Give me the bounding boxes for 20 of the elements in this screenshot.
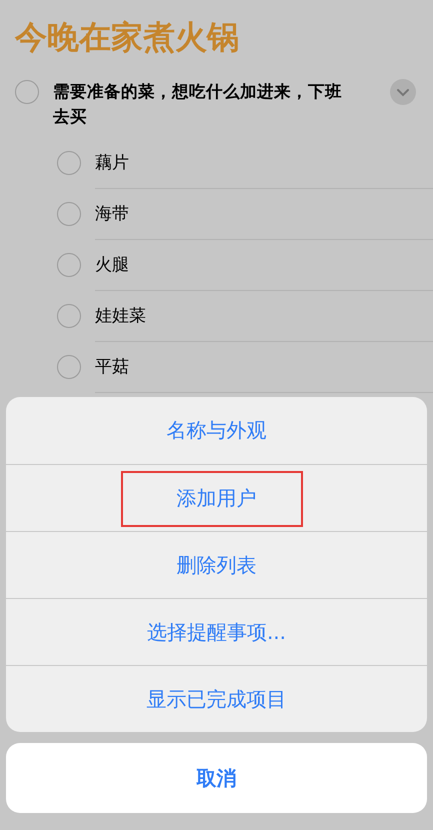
menu-action[interactable]: 添加用户 bbox=[176, 484, 256, 512]
list-title: 今晚在家煮火锅 bbox=[15, 17, 240, 58]
checkbox-circle[interactable] bbox=[57, 202, 81, 226]
checkbox-circle[interactable] bbox=[15, 80, 39, 104]
checkbox-circle[interactable] bbox=[57, 252, 81, 276]
menu-action[interactable]: 显示已完成项目 bbox=[146, 686, 286, 712]
menu-action[interactable]: 选择提醒事项... bbox=[146, 618, 286, 646]
cancel-button[interactable]: 取消 bbox=[6, 743, 427, 813]
menu-action[interactable]: 删除列表 bbox=[176, 552, 256, 578]
checkbox-circle[interactable] bbox=[57, 354, 81, 378]
reminder-text: 娃娃菜 bbox=[95, 304, 146, 326]
menu-action[interactable]: 名称与外观 bbox=[166, 417, 266, 444]
reminder-text: 海带 bbox=[95, 202, 129, 224]
checkbox-circle[interactable] bbox=[57, 304, 81, 328]
checkbox-circle[interactable] bbox=[57, 150, 81, 174]
reminder-text: 需要准备的菜，想吃什么加进来，下班去买 bbox=[53, 81, 343, 128]
reminder-text: 藕片 bbox=[95, 152, 129, 174]
chevron-down-icon[interactable] bbox=[390, 79, 416, 105]
reminder-text: 火腿 bbox=[95, 254, 129, 276]
reminder-text: 平菇 bbox=[95, 356, 129, 378]
